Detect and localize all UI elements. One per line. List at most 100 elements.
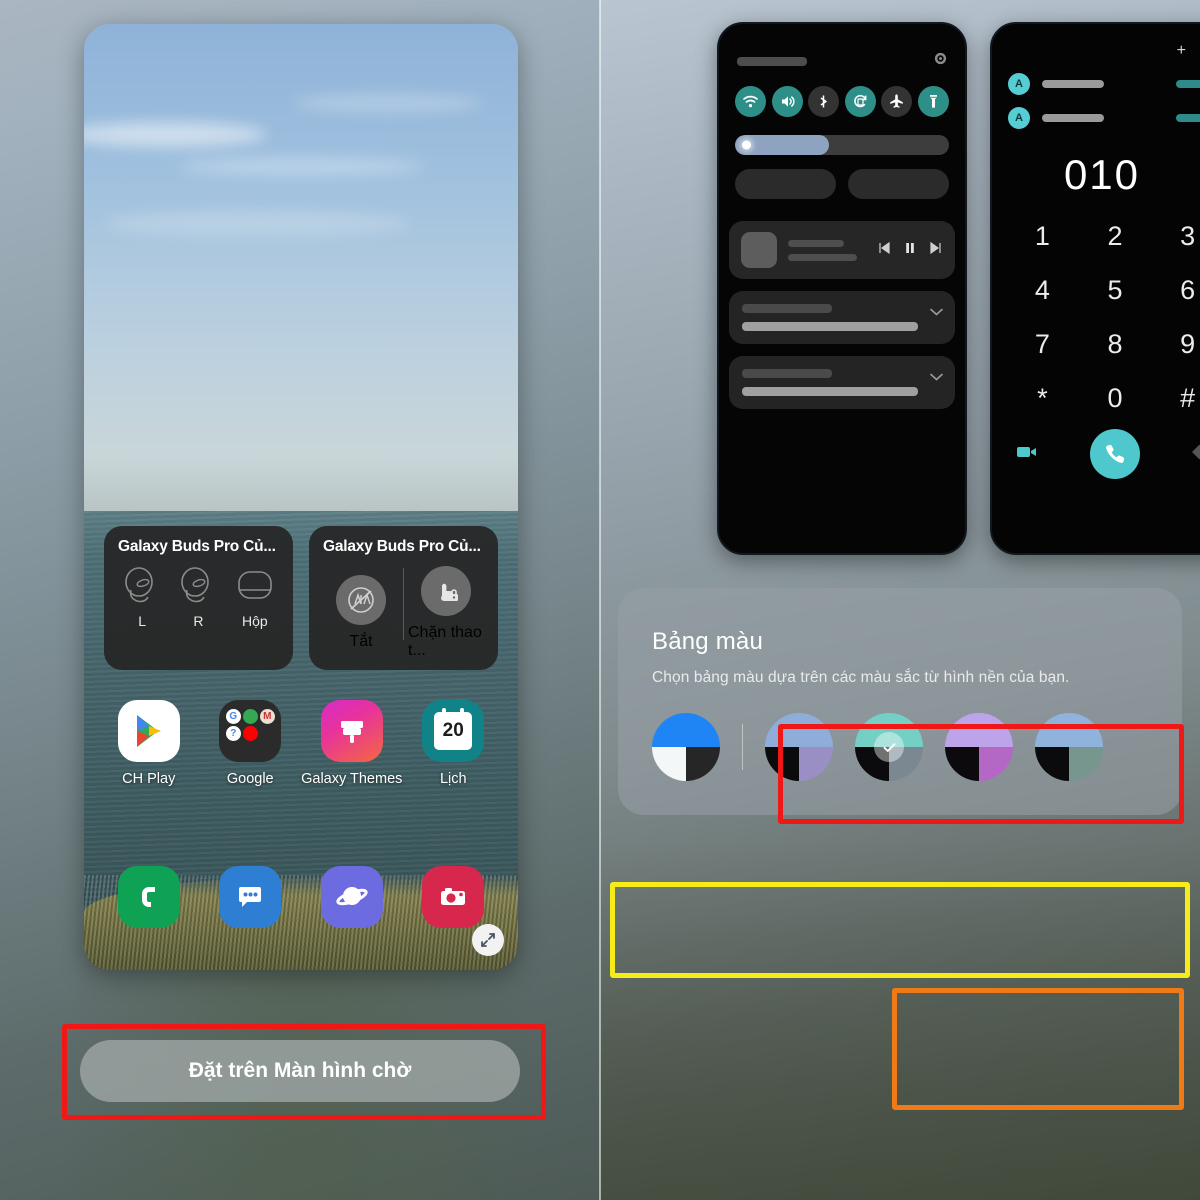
call-icon[interactable] (1090, 429, 1140, 479)
app-label: CH Play (122, 771, 176, 787)
dialpad-key[interactable]: 1 (1006, 211, 1079, 261)
dialpad-key[interactable]: 0 (1079, 373, 1152, 423)
noise-control-cell[interactable]: Tắt (319, 575, 403, 651)
dialpad-key[interactable]: 4 (1006, 265, 1079, 315)
messages-icon (219, 866, 282, 928)
buds-right-cell[interactable]: R (170, 566, 226, 629)
skip-next-icon[interactable] (929, 241, 943, 260)
plus-icon[interactable]: + (1177, 42, 1186, 61)
swatch-option[interactable] (855, 713, 923, 781)
app-row-1: CH Play G M ? Google Galaxy Themes 20 Lị… (98, 700, 504, 787)
widget-title: Galaxy Buds Pro Củ... (118, 538, 276, 555)
dialpad-key[interactable]: 3 (1151, 211, 1200, 261)
swatch-option[interactable] (945, 713, 1013, 781)
app-ch-play[interactable]: CH Play (98, 700, 200, 787)
bluetooth-icon[interactable] (808, 86, 840, 117)
brightness-slider[interactable] (735, 135, 949, 155)
wifi-icon[interactable] (735, 86, 766, 117)
internet-browser-icon (320, 866, 383, 928)
dialer-contact-list: A A (992, 61, 1200, 129)
app-phone[interactable] (98, 866, 200, 937)
expand-arrows-icon[interactable] (472, 924, 504, 956)
earbud-left-icon (125, 567, 153, 603)
dialpad-key[interactable]: 7 (1006, 319, 1079, 369)
noise-control-label: Tắt (349, 633, 373, 650)
app-label: Lịch (439, 771, 467, 787)
auto-rotate-icon[interactable] (844, 86, 876, 117)
notification-card-1[interactable] (729, 291, 955, 344)
buds-left-cell[interactable]: L (114, 566, 170, 629)
left-panel: Galaxy Buds Pro Củ... L R Hộp Galaxy Bud… (0, 0, 600, 1200)
set-on-lockscreen-wrap: Đặt trên Màn hình chờ (80, 1040, 520, 1102)
app-calendar[interactable]: 20 Lịch (403, 700, 505, 787)
contact-row[interactable]: A (1008, 73, 1200, 95)
google-folder-icon: G M ? (219, 700, 282, 762)
galaxy-themes-icon (320, 700, 383, 762)
dialed-number: 010 (1063, 151, 1141, 198)
page-subtitle: Chọn bảng màu dựa trên các màu sắc từ hì… (652, 669, 1070, 686)
app-label: Google (226, 771, 274, 787)
widgets-row: Galaxy Buds Pro Củ... L R Hộp Galaxy Bud… (104, 526, 498, 670)
buds-left-label: L (138, 613, 147, 629)
galaxy-buds-battery-widget[interactable]: Galaxy Buds Pro Củ... L R Hộp (104, 526, 293, 670)
swatch-current[interactable] (652, 713, 720, 781)
swatch-option[interactable] (765, 713, 833, 781)
calendar-day: 20 (434, 708, 473, 750)
galaxy-buds-controls-widget[interactable]: Galaxy Buds Pro Củ... Tắt Chặn thao t... (309, 526, 498, 670)
home-screen-preview[interactable]: Galaxy Buds Pro Củ... L R Hộp Galaxy Bud… (84, 24, 518, 970)
skip-previous-icon[interactable] (877, 241, 891, 260)
dialpad-key[interactable]: 2 (1079, 211, 1152, 261)
media-controls (877, 241, 943, 260)
dialpad-key[interactable]: 9 (1151, 319, 1200, 369)
backspace-icon[interactable] (1192, 444, 1200, 465)
swatch-list (765, 713, 1103, 781)
chevron-down-icon[interactable] (930, 368, 943, 386)
wallpaper-sky (84, 24, 518, 516)
pause-icon[interactable] (903, 241, 917, 260)
app-internet[interactable] (301, 866, 403, 937)
buds-case-label: Hộp (241, 613, 268, 629)
dialpad-key[interactable]: * (1006, 373, 1079, 423)
touch-lock-cell[interactable]: Chặn thao t... (404, 566, 488, 660)
quick-pill-row (719, 155, 965, 199)
app-galaxy-themes[interactable]: Galaxy Themes (301, 700, 403, 787)
dialpad-key[interactable]: 8 (1079, 319, 1152, 369)
dialpad-key[interactable]: # (1151, 373, 1200, 423)
app-messages[interactable] (200, 866, 302, 937)
right-panel: + A A 010 1 2 3 4 5 6 7 8 9 * 0 # Bảng m… (600, 0, 1200, 1200)
media-player-card[interactable] (729, 221, 955, 279)
sound-icon[interactable] (771, 86, 803, 117)
dialpad-key[interactable]: 5 (1079, 265, 1152, 315)
dialer-preview[interactable]: + A A 010 1 2 3 4 5 6 7 8 9 * 0 # (990, 22, 1200, 555)
dialer-actions (992, 423, 1200, 479)
dialpad: 1 2 3 4 5 6 7 8 9 * 0 # (992, 205, 1200, 423)
brightness-knob[interactable] (742, 140, 751, 150)
phone-icon (117, 866, 180, 928)
swatch-option[interactable] (1035, 713, 1103, 781)
app-row-2 (98, 866, 504, 937)
quick-pill-right[interactable] (848, 169, 949, 199)
notification-card-2[interactable] (729, 356, 955, 409)
dialpad-key[interactable]: 6 (1151, 265, 1200, 315)
camera-icon (422, 866, 485, 928)
avatar: A (1008, 73, 1030, 95)
quick-settings-header (719, 24, 965, 70)
page-title: Bảng màu (652, 628, 764, 655)
panel-divider (599, 0, 601, 1200)
dialer-topbar: + (992, 24, 1200, 61)
app-google-folder[interactable]: G M ? Google (200, 700, 302, 787)
buds-case-cell[interactable]: Hộp (227, 566, 283, 629)
airplane-mode-icon[interactable] (881, 86, 913, 117)
chevron-down-icon[interactable] (930, 303, 943, 321)
quick-settings-preview[interactable] (717, 22, 967, 555)
swatch-row (652, 713, 1148, 781)
video-call-icon[interactable] (1016, 444, 1038, 465)
flashlight-icon[interactable] (917, 86, 949, 117)
quick-pill-left[interactable] (735, 169, 836, 199)
contact-row[interactable]: A (1008, 107, 1200, 129)
noise-cancel-off-icon (336, 575, 386, 625)
set-on-lockscreen-button[interactable]: Đặt trên Màn hình chờ (80, 1040, 520, 1102)
wallpaper (84, 24, 518, 970)
gear-icon[interactable] (934, 52, 947, 70)
earbud-case-icon (238, 571, 272, 599)
